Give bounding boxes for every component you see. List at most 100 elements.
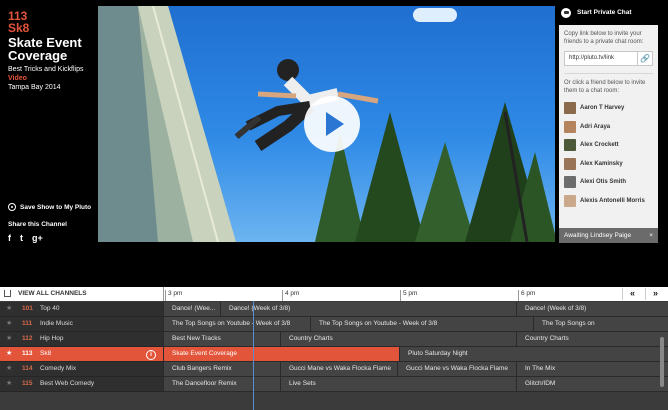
- channel-number: 112: [22, 335, 33, 342]
- share-icons: f t g+: [8, 233, 43, 243]
- program-cell[interactable]: Best New Tracks: [163, 332, 280, 347]
- time-label: 5 pm: [399, 287, 417, 301]
- program-cell[interactable]: Gucci Mane vs Waka Flocka Flame: [397, 362, 516, 377]
- divider: [564, 73, 653, 74]
- friend-note: Or click a friend below to invite them t…: [564, 80, 646, 94]
- chat-title: Start Private Chat: [577, 9, 632, 16]
- program-cell[interactable]: In The Mix: [516, 362, 668, 377]
- time-label: 6 pm: [517, 287, 535, 301]
- guide-header: VIEW ALL CHANNELS 3 pm 4 pm 5 pm 6 pm « …: [0, 287, 668, 301]
- program-cell[interactable]: Pluto Saturday Night: [399, 347, 668, 362]
- chat-status-bar: Awaiting Lindsey Paige ×: [559, 228, 658, 243]
- channel-name: Hip Hop: [40, 335, 64, 342]
- friend-name: Adri Araya: [580, 123, 611, 130]
- info-icon[interactable]: i: [146, 349, 156, 360]
- prev-time-button[interactable]: «: [622, 288, 642, 300]
- view-all-channels-button[interactable]: VIEW ALL CHANNELS: [0, 287, 163, 301]
- star-icon[interactable]: ★: [6, 377, 12, 391]
- video-player[interactable]: [98, 6, 555, 242]
- star-icon[interactable]: ★: [6, 302, 12, 316]
- program-cell[interactable]: The Top Songs on: [533, 317, 668, 332]
- view-all-channels-label: VIEW ALL CHANNELS: [18, 290, 87, 297]
- chat-link-field[interactable]: http://pluto.tv/link 🔗: [564, 51, 653, 66]
- program-cell[interactable]: The Dancefloor Remix: [163, 377, 280, 392]
- program-cell[interactable]: The Top Songs on Youtube - Week of 3/8: [163, 317, 310, 332]
- friend-item[interactable]: Alex Kaminsky: [564, 155, 653, 174]
- friend-list: Aaron T Harvey Adri Araya Alex Crockett Ale…: [564, 99, 653, 210]
- friend-item[interactable]: Alexis Antonelli Morris: [564, 192, 653, 211]
- time-label: 3 pm: [164, 287, 182, 301]
- guide-row[interactable]: ★ 112 Hip Hop Best New Tracks Country Ch…: [0, 332, 668, 347]
- star-icon[interactable]: ★: [6, 332, 12, 346]
- program-cell[interactable]: Country Charts: [516, 332, 668, 347]
- channel-cell[interactable]: ★ 115 Best Web Comedy: [0, 377, 163, 392]
- google-plus-icon[interactable]: g+: [32, 233, 43, 243]
- channel-number: 115: [22, 380, 33, 387]
- friend-item[interactable]: Alexi Otis Smith: [564, 173, 653, 192]
- channel-number: 114: [22, 365, 33, 372]
- chat-body: Copy link below to invite your friends t…: [559, 25, 658, 228]
- channel-number: 113: [22, 350, 33, 357]
- friend-item[interactable]: Aaron T Harvey: [564, 99, 653, 118]
- channel-cell[interactable]: ★ 114 Comedy Mix: [0, 362, 163, 377]
- guide-row[interactable]: ★ 114 Comedy Mix Club Bangers Remix Gucc…: [0, 362, 668, 377]
- chat-icon: [561, 7, 571, 18]
- friend-name: Alexi Otis Smith: [580, 179, 627, 186]
- link-icon[interactable]: 🔗: [637, 52, 652, 65]
- play-icon[interactable]: [304, 96, 360, 152]
- chat-link-text[interactable]: http://pluto.tv/link: [565, 52, 637, 65]
- friend-name: Alex Kaminsky: [580, 160, 623, 167]
- guide-row[interactable]: ★ 111 Indie Music The Top Songs on Youtu…: [0, 317, 668, 332]
- guide-scrollbar[interactable]: [660, 337, 664, 387]
- program-cell[interactable]: Live Sets: [280, 377, 516, 392]
- friend-item[interactable]: Alex Crockett: [564, 136, 653, 155]
- start-private-chat-button[interactable]: Start Private Chat: [559, 4, 658, 21]
- program-cell[interactable]: Skate Event Coverage: [163, 347, 399, 362]
- copy-link-note: Copy link below to invite your friends t…: [564, 31, 644, 45]
- show-title: Skate Event Coverage: [8, 35, 82, 63]
- channel-cell[interactable]: ★ 111 Indie Music: [0, 317, 163, 332]
- friend-item[interactable]: Adri Araya: [564, 118, 653, 137]
- avatar: [564, 176, 576, 189]
- program-cell[interactable]: Dance! (Week of 3/8): [516, 302, 668, 317]
- channel-cell[interactable]: ★ 101 Top 40: [0, 302, 163, 317]
- star-icon[interactable]: ★: [6, 317, 12, 331]
- avatar: [564, 157, 576, 170]
- program-cell[interactable]: Country Charts: [280, 332, 516, 347]
- program-cell[interactable]: The Top Songs on Youtube - Week of 3/8: [310, 317, 533, 332]
- program-cell[interactable]: Dance! (Wee...: [163, 302, 220, 317]
- star-icon[interactable]: ★: [6, 347, 12, 361]
- channel-name: Sk8: [8, 21, 30, 35]
- twitter-icon[interactable]: t: [20, 233, 23, 243]
- channel-cell[interactable]: ★ 113 Sk8 i: [0, 347, 163, 362]
- timeline: 3 pm 4 pm 5 pm 6 pm « »: [163, 287, 668, 301]
- guide-row[interactable]: ★ 101 Top 40 Dance! (Wee... Dance! (Week…: [0, 302, 668, 317]
- friend-name: Alexis Antonelli Morris: [580, 197, 645, 204]
- program-cell[interactable]: Glitch/IDM: [516, 377, 668, 392]
- program-cell[interactable]: Dance! (Week of 3/8): [220, 302, 516, 317]
- guide-row[interactable]: ★ 115 Best Web Comedy The Dancefloor Rem…: [0, 377, 668, 392]
- channel-name: Comedy Mix: [40, 365, 77, 372]
- facebook-icon[interactable]: f: [8, 233, 11, 243]
- friend-name: Alex Crockett: [580, 142, 619, 149]
- program-cell[interactable]: Gucci Mane vs Waka Flocka Flame: [280, 362, 397, 377]
- show-location: Tampa Bay 2014: [8, 84, 61, 91]
- save-show-button[interactable]: Save Show to My Pluto: [8, 203, 91, 211]
- star-icon[interactable]: ★: [6, 362, 12, 376]
- channel-number: 101: [22, 305, 33, 312]
- current-time-indicator: [253, 301, 254, 410]
- friend-name: Aaron T Harvey: [580, 105, 625, 112]
- next-time-button[interactable]: »: [645, 288, 665, 300]
- channel-number: 111: [22, 320, 33, 327]
- show-subtitle: Best Tricks and Kickflips: [8, 66, 84, 73]
- guide-row-active[interactable]: ★ 113 Sk8 i Skate Event Coverage Pluto S…: [0, 347, 668, 362]
- channel-cell[interactable]: ★ 112 Hip Hop: [0, 332, 163, 347]
- program-cell[interactable]: Club Bangers Remix: [163, 362, 280, 377]
- save-icon: [8, 203, 16, 211]
- chat-status-text: Awaiting Lindsey Paige: [564, 232, 632, 239]
- channel-guide: VIEW ALL CHANNELS 3 pm 4 pm 5 pm 6 pm « …: [0, 287, 668, 410]
- channels-icon: [4, 290, 11, 297]
- show-info-panel: 113 Sk8 Skate Event Coverage Best Tricks…: [0, 0, 98, 288]
- close-icon[interactable]: ×: [649, 228, 653, 243]
- channel-name: Best Web Comedy: [40, 380, 95, 387]
